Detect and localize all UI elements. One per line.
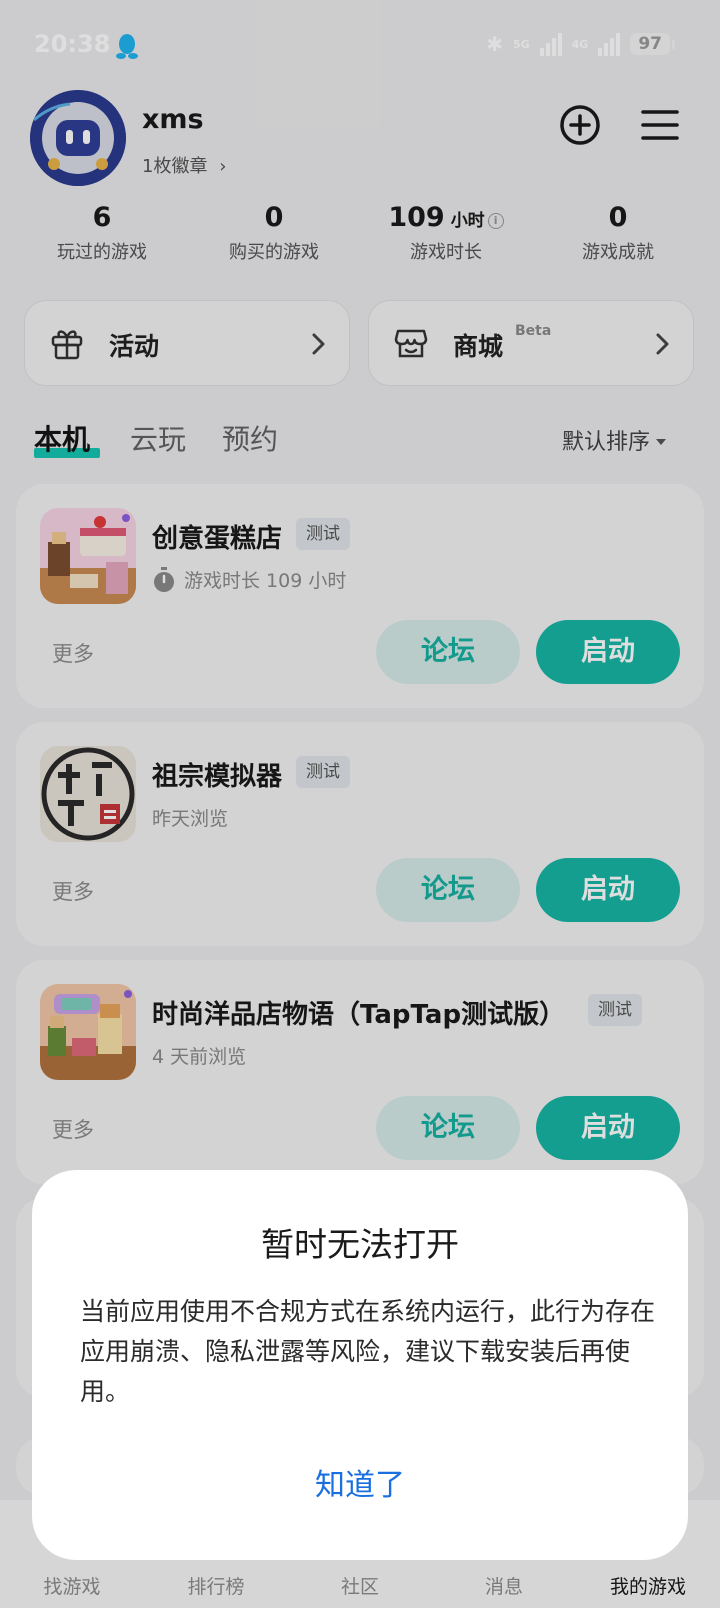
tab-cloud-label: 云玩 bbox=[130, 423, 187, 456]
tab-local[interactable]: 本机 bbox=[34, 418, 100, 458]
dialog-title: 暂时无法打开 bbox=[261, 1225, 459, 1264]
got-it-button[interactable]: 知道了 bbox=[260, 1456, 460, 1516]
alert-dialog: 暂时无法打开 当前应用使用不合规方式在系统内运行，此行为存在应用崩溃、隐私泄露等… bbox=[32, 1170, 688, 1560]
tab-cloud[interactable]: 云玩 bbox=[130, 418, 186, 458]
tab-reserve-label: 预约 bbox=[222, 423, 279, 456]
dialog-message: 当前应用使用不合规方式在系统内运行，此行为存在应用崩溃、隐私泄露等风险，建议下载… bbox=[80, 1297, 656, 1406]
tab-local-label: 本机 bbox=[34, 423, 91, 456]
my-games-page: 20:38 ✱ 5G 4G 97 xms 1枚徽章 › 6 玩过的游戏 0 购买… bbox=[0, 0, 720, 1608]
tab-reserve[interactable]: 预约 bbox=[222, 418, 278, 458]
